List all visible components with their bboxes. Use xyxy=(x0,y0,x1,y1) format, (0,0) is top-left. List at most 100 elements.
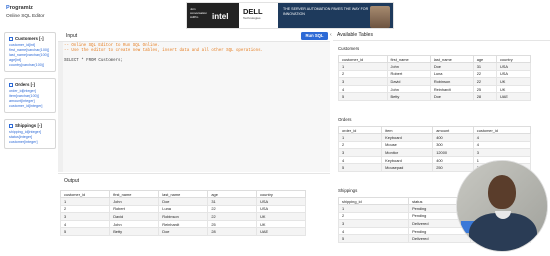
table-cell: John xyxy=(109,219,160,229)
schema-table-orders[interactable]: Orders [-] order_id[integer] item[varchar(… xyxy=(4,78,56,113)
table-cell: 1 xyxy=(59,197,111,206)
table-cell: 1 xyxy=(337,204,410,213)
schema-table-name[interactable]: Shippings [-] xyxy=(9,123,51,128)
table-cell: 28 xyxy=(472,92,497,101)
schema-column: customer_id[integer] xyxy=(9,104,43,108)
ad-photo xyxy=(370,6,390,28)
page-subtitle: Online SQL Editor xyxy=(6,14,45,19)
table-cell: David xyxy=(109,212,160,221)
table-cell: 12000 xyxy=(432,148,474,157)
schema-table-shippings[interactable]: Shippings [-] shipping_id[integer] status[… xyxy=(4,119,56,149)
table-cell: John xyxy=(386,62,431,71)
table-cell: 22 xyxy=(207,212,258,221)
table-row: 2 Robert Luna 22 USA xyxy=(338,69,532,79)
table-cell: 4 xyxy=(338,84,388,94)
chevron-left-icon[interactable]: ‹ xyxy=(330,32,332,38)
table-cell: UAE xyxy=(256,227,306,236)
column-header: last_name xyxy=(158,190,209,198)
table-cell: 1 xyxy=(338,62,388,71)
table-cell: 22 xyxy=(472,77,497,86)
table-icon xyxy=(9,123,13,128)
table-cell: UK xyxy=(256,212,306,221)
code-comment-line: -- Use the editor to create new tables, … xyxy=(64,49,263,53)
column-header: first_name xyxy=(109,190,160,198)
table-row: 5 Betty Doe 28 UAE xyxy=(338,92,532,101)
available-tables-header: ‹ Available Tables xyxy=(330,30,550,41)
column-header: customer_id xyxy=(59,190,111,198)
table-cell: Monitor xyxy=(381,148,434,157)
editor-header: Input xyxy=(58,31,330,42)
table-cell: Doe xyxy=(158,227,209,236)
table-cell: John xyxy=(386,84,431,94)
column-header: country xyxy=(495,55,532,63)
schema-table-name[interactable]: Orders [-] xyxy=(9,82,51,87)
table-row: 2 Robert Luna 22 USA xyxy=(59,204,306,214)
orders-title: Orders xyxy=(338,117,352,122)
table-cell: UAE xyxy=(495,92,532,101)
table-row: 3 David Robinson 22 UK xyxy=(338,77,532,86)
table-cell: 2 xyxy=(338,69,388,79)
ad-intel-logo: intel xyxy=(212,12,229,21)
table-cell: UK xyxy=(495,77,532,86)
tab-input[interactable]: Input xyxy=(66,33,77,39)
table-cell: 31 xyxy=(207,197,258,206)
run-sql-button[interactable]: Run SQL xyxy=(301,32,328,40)
table-row: 4 John Reinhardt 25 UK xyxy=(338,84,532,94)
table-cell: UK xyxy=(495,84,532,94)
column-header: customer_id xyxy=(338,55,388,63)
customers-title: Customers xyxy=(338,46,360,51)
table-cell: 2 xyxy=(337,211,410,221)
table-row: 2 Mouse 300 4 xyxy=(337,140,532,150)
table-cell: Keyboard xyxy=(381,133,434,142)
table-cell: Doe xyxy=(429,62,474,71)
table-cell: Robert xyxy=(386,69,431,79)
column-header: shipping_id xyxy=(337,197,410,205)
table-cell: Betty xyxy=(386,92,431,101)
schema-sidebar: Customers [-] customer_id[int] first_name[… xyxy=(4,32,56,155)
schema-table-label: Customers [-] xyxy=(15,36,44,41)
table-cell: Luna xyxy=(158,204,209,214)
table-cell: Robinson xyxy=(429,77,474,86)
table-row: 4 John Reinhardt 25 UK xyxy=(59,219,306,229)
table-row: 1 Keyboard 400 4 xyxy=(337,133,532,142)
ad-banner[interactable]: Join conversation AdPro intel DELL Techn… xyxy=(186,2,394,29)
column-header: age xyxy=(472,55,497,63)
table-cell: 25 xyxy=(472,84,497,94)
table-icon xyxy=(9,36,13,41)
schema-column: country[varchar(100)] xyxy=(9,63,45,67)
output-title: Output xyxy=(64,178,80,184)
code-area[interactable]: -- Online SQL Editor to Run SQL Online. -… xyxy=(64,44,263,64)
webcam-overlay xyxy=(456,160,548,252)
table-cell: Doe xyxy=(158,197,209,206)
table-cell: 300 xyxy=(432,140,474,150)
table-cell: 5 xyxy=(59,227,111,236)
schema-table-customers[interactable]: Customers [-] customer_id[int] first_name[… xyxy=(4,32,56,72)
table-cell: USA xyxy=(256,204,306,214)
table-cell: Betty xyxy=(109,227,160,236)
table-row: 1 John Doe 31 USA xyxy=(338,62,532,71)
table-cell: 5 xyxy=(337,234,410,243)
sql-editor[interactable]: -- Online SQL Editor to Run SQL Online. -… xyxy=(58,42,330,172)
table-icon xyxy=(9,82,13,87)
table-cell: USA xyxy=(495,62,532,71)
logo[interactable]: Programiz xyxy=(6,5,44,11)
column-header: first_name xyxy=(386,55,431,63)
table-row: 3 Monitor 12000 3 xyxy=(337,148,532,157)
table-cell: 28 xyxy=(207,227,258,236)
table-cell: Keyboard xyxy=(381,155,434,165)
table-cell: USA xyxy=(256,197,306,206)
table-cell: Mousepad xyxy=(381,163,434,172)
table-cell: USA xyxy=(495,69,532,79)
table-cell: 25 xyxy=(207,219,258,229)
table-cell: 22 xyxy=(472,69,497,79)
column-header: last_name xyxy=(429,55,474,63)
table-cell: Doe xyxy=(429,92,474,101)
table-cell: Robinson xyxy=(158,212,209,221)
schema-table-name[interactable]: Customers [-] xyxy=(9,36,51,41)
column-header: item xyxy=(381,126,434,134)
schema-table-label: Orders [-] xyxy=(15,82,36,87)
table-cell: 22 xyxy=(207,204,258,214)
column-header: country xyxy=(256,190,306,198)
table-cell: 3 xyxy=(337,219,410,228)
table-cell: 31 xyxy=(472,62,497,71)
